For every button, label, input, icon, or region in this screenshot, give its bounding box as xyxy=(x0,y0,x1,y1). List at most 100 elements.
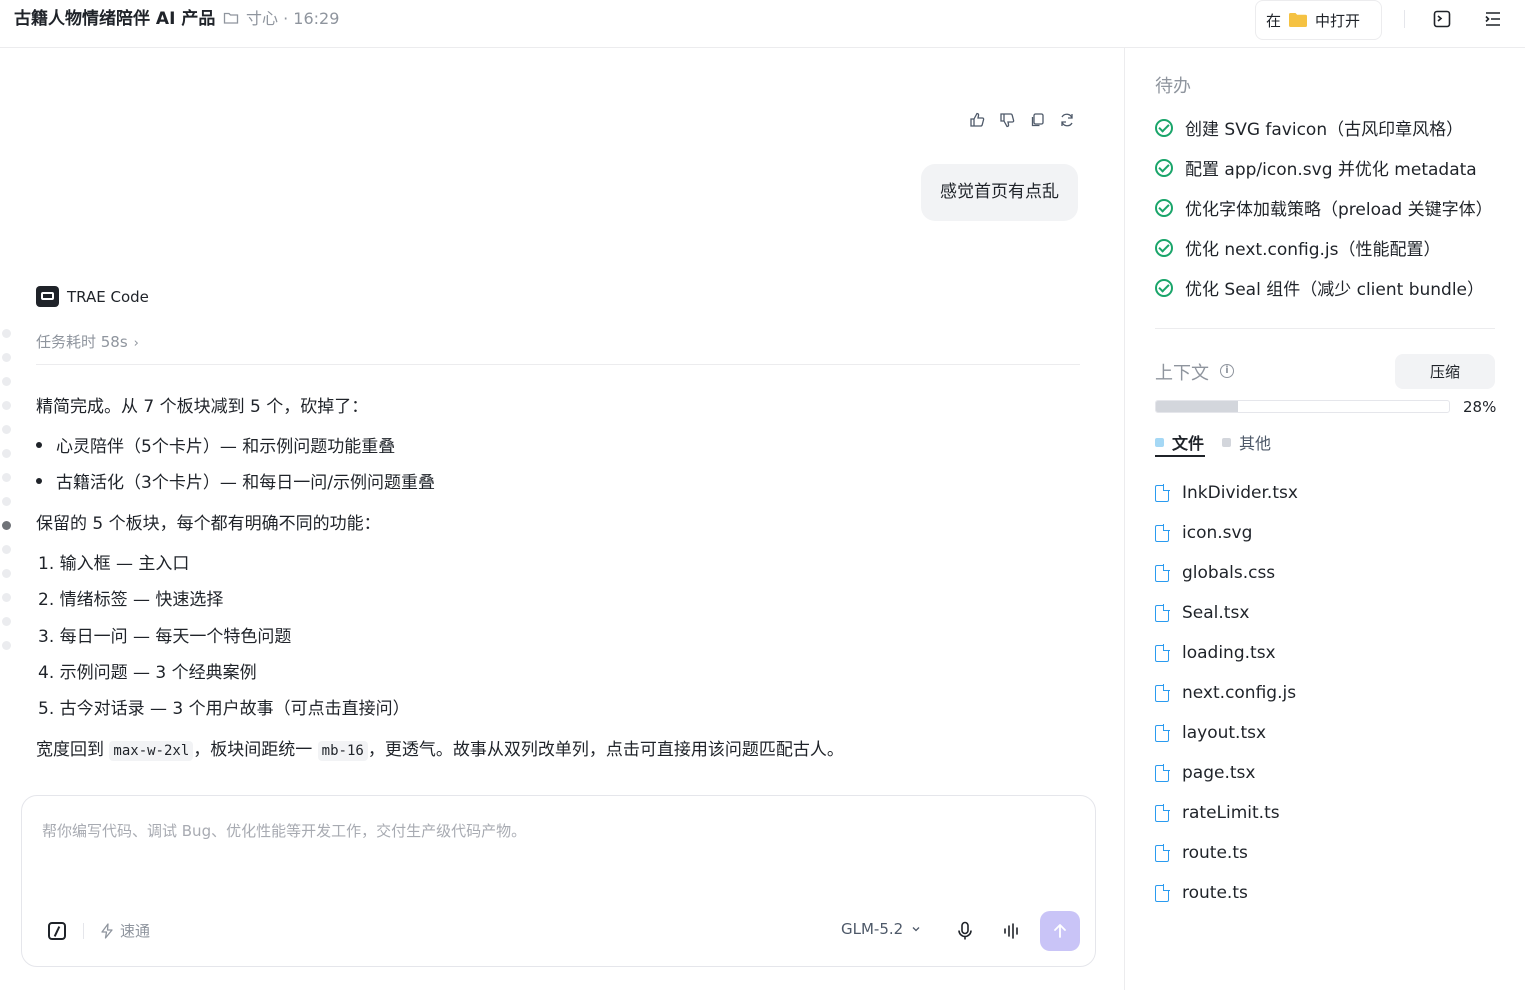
todo-title: 待办 xyxy=(1155,76,1191,97)
active-tab-underline xyxy=(1155,455,1205,457)
folder-icon xyxy=(223,12,239,24)
info-icon[interactable]: i xyxy=(1220,364,1234,378)
file-icon xyxy=(1155,883,1170,902)
assistant-name: TRAE Code xyxy=(67,287,149,306)
file-item[interactable]: globals.css xyxy=(1155,563,1275,583)
model-name: GLM-5.2 xyxy=(841,920,904,938)
nav-dot[interactable] xyxy=(2,593,11,602)
file-item[interactable]: route.ts xyxy=(1155,883,1248,903)
todo-label: 创建 SVG favicon（古风印章风格） xyxy=(1185,120,1464,140)
message-composer[interactable]: 帮你编写代码、调试 Bug、优化性能等开发工作，交付生产级代码产物。 速通 GL… xyxy=(21,795,1096,967)
regenerate-icon[interactable] xyxy=(1058,111,1076,129)
file-icon xyxy=(1155,843,1170,862)
file-item[interactable]: layout.tsx xyxy=(1155,723,1266,743)
file-icon xyxy=(1155,683,1170,702)
workspace-meta: 寸心 · 16:29 xyxy=(246,9,340,28)
composer-separator xyxy=(83,923,84,939)
model-selector[interactable]: GLM-5.2 xyxy=(841,920,921,938)
nav-dot[interactable] xyxy=(2,569,11,578)
speed-mode-button[interactable]: 速通 xyxy=(100,920,150,941)
nav-dot[interactable] xyxy=(2,425,11,434)
file-name: page.tsx xyxy=(1182,763,1256,783)
terminal-toggle-icon[interactable] xyxy=(1432,9,1452,29)
lightning-icon xyxy=(101,922,113,939)
nav-dot[interactable] xyxy=(2,617,11,626)
open-in-folder-button[interactable]: 在 中打开 xyxy=(1255,0,1382,40)
nav-dot[interactable] xyxy=(2,545,11,554)
tab-other[interactable]: 其他 xyxy=(1222,430,1271,454)
voice-wave-icon[interactable] xyxy=(1003,921,1021,941)
file-icon xyxy=(1155,563,1170,582)
file-item[interactable]: route.ts xyxy=(1155,843,1248,863)
composer-input[interactable]: 帮你编写代码、调试 Bug、优化性能等开发工作，交付生产级代码产物。 xyxy=(42,820,526,841)
file-item[interactable]: loading.tsx xyxy=(1155,643,1276,663)
file-name: rateLimit.ts xyxy=(1182,803,1280,823)
sidebar-divider xyxy=(1155,328,1495,329)
send-button[interactable] xyxy=(1040,911,1080,951)
check-circle-icon xyxy=(1155,158,1173,177)
chevron-down-icon xyxy=(912,927,920,932)
todo-label: 配置 app/icon.svg 并优化 metadata xyxy=(1185,160,1477,180)
file-item[interactable]: InkDivider.tsx xyxy=(1155,483,1298,503)
open-in-suffix: 中打开 xyxy=(1315,11,1361,30)
nav-dot[interactable] xyxy=(2,401,11,410)
thumbs-down-icon[interactable] xyxy=(998,111,1016,129)
reply-divider xyxy=(36,364,1080,365)
removed-item: 心灵陪伴（5个卡片）— 和示例问题功能重叠 xyxy=(36,432,395,457)
file-icon xyxy=(1155,723,1170,742)
nav-dot-active[interactable] xyxy=(2,521,11,530)
tab-files[interactable]: 文件 xyxy=(1155,430,1204,454)
nav-dot[interactable] xyxy=(2,641,11,650)
check-circle-icon xyxy=(1155,198,1173,217)
kept-item: 5. 古今对话录 — 3 个用户故事（可点击直接问） xyxy=(38,699,410,719)
tab-other-marker xyxy=(1222,437,1231,447)
file-item[interactable]: Seal.tsx xyxy=(1155,603,1249,623)
file-name: InkDivider.tsx xyxy=(1182,483,1298,503)
project-title: 古籍人物情绪陪伴 AI 产品 xyxy=(14,9,216,29)
compress-button[interactable]: 压缩 xyxy=(1395,354,1495,389)
file-icon xyxy=(1155,763,1170,782)
file-icon xyxy=(1155,643,1170,662)
assistant-header: TRAE Code xyxy=(36,286,149,307)
file-name: Seal.tsx xyxy=(1182,603,1250,623)
file-icon xyxy=(1155,803,1170,822)
inline-code: max-w-2xl xyxy=(109,741,194,761)
microphone-icon[interactable] xyxy=(956,921,974,941)
reply-intro: 精简完成。从 7 个板块减到 5 个，砍掉了： xyxy=(36,397,369,417)
file-item[interactable]: page.tsx xyxy=(1155,763,1255,783)
file-name: loading.tsx xyxy=(1182,643,1276,663)
message-navigator[interactable] xyxy=(2,329,11,650)
copy-icon[interactable] xyxy=(1028,111,1046,129)
nav-dot[interactable] xyxy=(2,449,11,458)
nav-dot[interactable] xyxy=(2,497,11,506)
assistant-logo-icon xyxy=(36,286,59,307)
task-duration-toggle[interactable]: 任务耗时 58s › xyxy=(36,331,139,352)
panel-divider xyxy=(1124,48,1125,990)
panel-toggle-icon[interactable] xyxy=(1483,9,1503,29)
task-duration-label: 任务耗时 58s xyxy=(36,333,128,351)
file-item[interactable]: icon.svg xyxy=(1155,523,1252,543)
kept-item: 2. 情绪标签 — 快速选择 xyxy=(38,590,224,610)
nav-dot[interactable] xyxy=(2,473,11,482)
kept-intro: 保留的 5 个板块，每个都有明确不同的功能： xyxy=(36,514,381,534)
todo-label: 优化 next.config.js（性能配置） xyxy=(1185,240,1441,260)
check-circle-icon xyxy=(1155,238,1173,257)
check-circle-icon xyxy=(1155,278,1173,297)
file-icon xyxy=(1155,603,1170,622)
nav-dot[interactable] xyxy=(2,353,11,362)
message-actions xyxy=(968,111,1076,129)
top-separator xyxy=(1404,10,1405,28)
slash-command-icon[interactable] xyxy=(48,922,66,940)
context-usage-bar xyxy=(1155,400,1450,413)
nav-dot[interactable] xyxy=(2,377,11,386)
thumbs-up-icon[interactable] xyxy=(968,111,986,129)
todo-item: 优化 next.config.js（性能配置） xyxy=(1155,235,1440,260)
chevron-right-icon: › xyxy=(133,336,139,351)
kept-item: 3. 每日一问 — 每天一个特色问题 xyxy=(38,627,292,647)
arrow-up-icon xyxy=(1054,924,1066,938)
file-icon xyxy=(1155,483,1170,502)
nav-dot[interactable] xyxy=(2,329,11,338)
inline-code: mb-16 xyxy=(317,741,368,761)
file-item[interactable]: next.config.js xyxy=(1155,683,1296,703)
file-item[interactable]: rateLimit.ts xyxy=(1155,803,1280,823)
